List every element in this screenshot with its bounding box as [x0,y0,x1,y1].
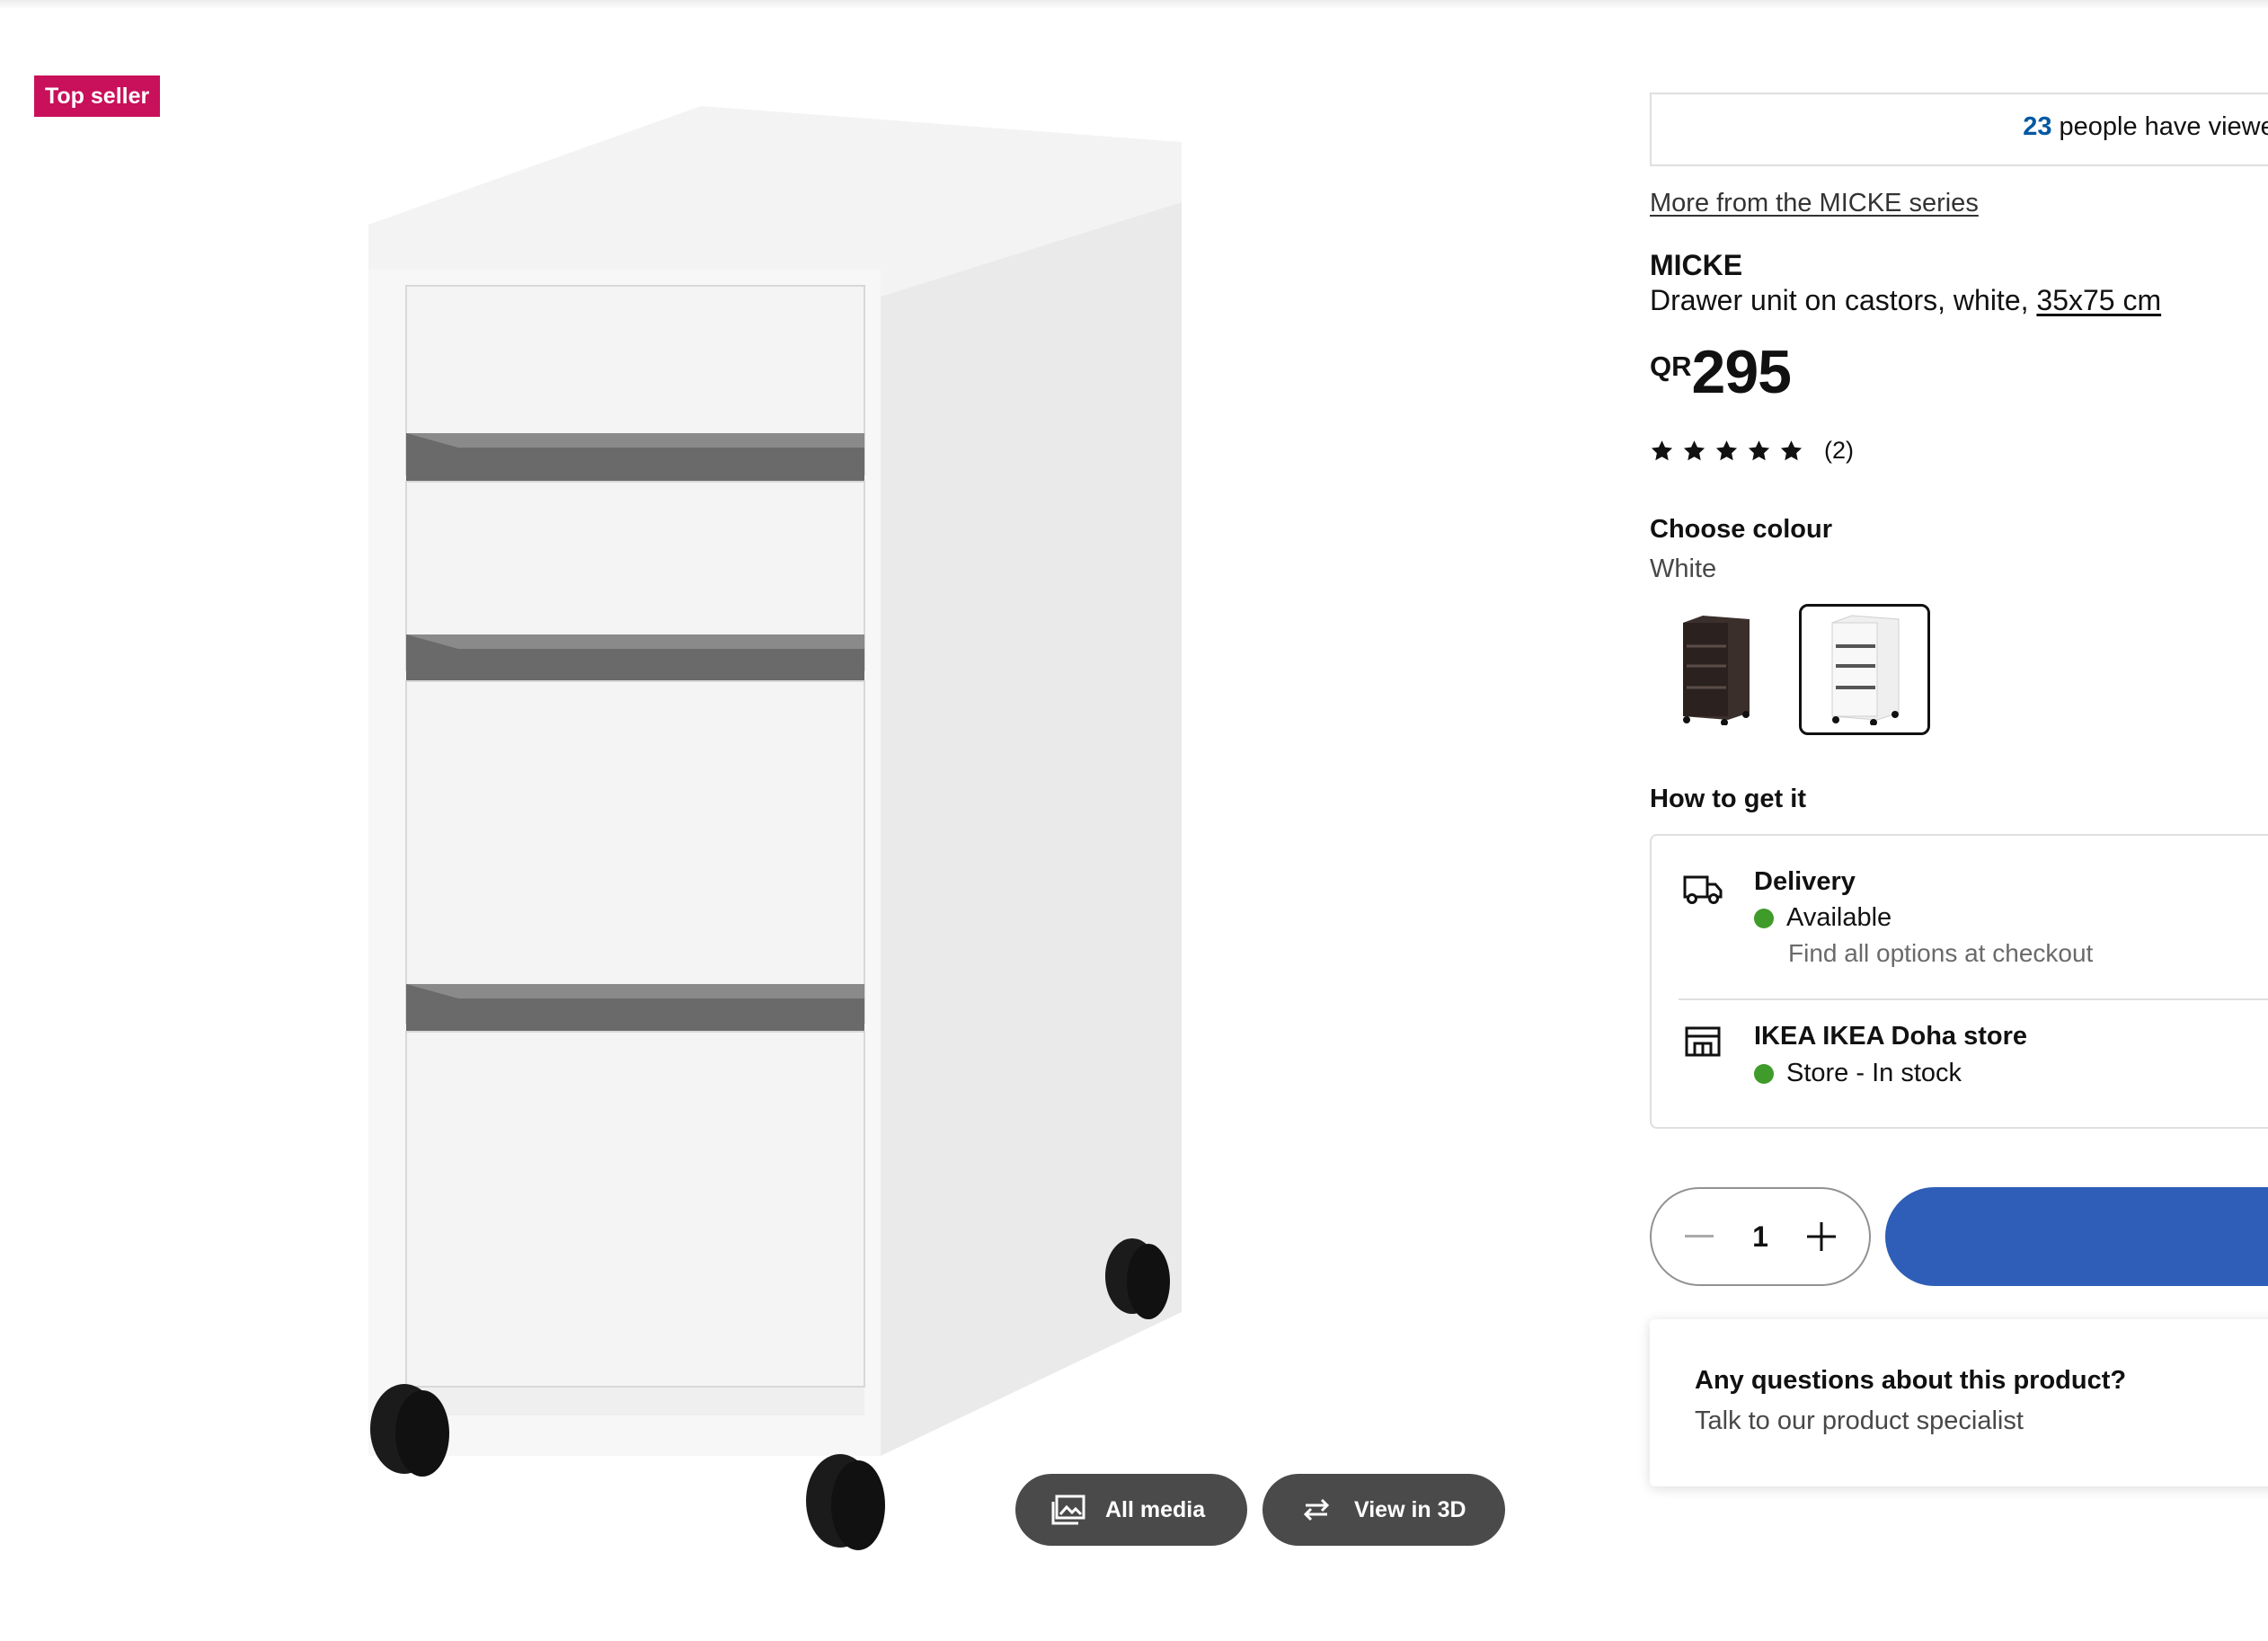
delivery-status: Available [1754,903,1891,933]
status-dot-icon [1754,1063,1774,1084]
colour-swatch-black-brown[interactable] [1650,604,1781,735]
product-price: QR 295 [1650,338,1792,406]
divider [1679,998,2268,1000]
choose-colour-title: Choose colour [1650,515,1833,544]
decrease-quantity-button[interactable] [1677,1214,1722,1259]
view-in-3d-button[interactable]: View in 3D [1262,1474,1505,1546]
product-name: MICKE [1650,249,1743,281]
star-icon [1748,439,1770,460]
faq-subtitle: Talk to our product specialist [1695,1406,2024,1435]
recently-viewed-banner: 23 people have viewed t [1650,93,2268,166]
price-amount: 295 [1691,338,1792,406]
store-title[interactable]: IKEA IKEA Doha store [1754,1022,2027,1051]
star-icon [1780,439,1803,460]
drawer-unit-thumbnail-dark [1683,616,1750,725]
gallery-icon [1051,1495,1085,1525]
all-media-label: All media [1105,1496,1206,1522]
viewed-count: 23 [2023,112,2052,141]
faq-title: Any questions about this product? [1695,1366,2127,1395]
status-dot-icon [1754,908,1774,928]
product-image[interactable] [341,99,1222,1573]
how-to-get-it-title: How to get it [1650,785,1806,813]
rating-count: (2) [1824,437,1854,464]
colour-swatch-white[interactable] [1799,604,1930,735]
rating[interactable]: (2) [1650,437,1854,465]
selected-colour: White [1650,554,1717,583]
quantity-value[interactable]: 1 [1752,1220,1768,1254]
delivery-title[interactable]: Delivery [1754,867,1856,897]
truck-icon [1683,875,1723,904]
fulfilment-options: Delivery Available Find all options at c… [1650,834,2268,1129]
dimensions-link[interactable]: 35x75 cm [2036,284,2161,316]
plus-icon [1806,1222,1836,1251]
store-status: Store - In stock [1754,1059,1962,1088]
viewed-text: people have viewed t [2059,112,2268,141]
delivery-note: Find all options at checkout [1788,939,2094,967]
increase-quantity-button[interactable] [1799,1214,1844,1259]
drawer-unit-thumbnail-white [1831,615,1900,725]
star-icon [1683,439,1705,460]
product-questions-card[interactable]: Any questions about this product? Talk t… [1650,1319,2268,1486]
top-seller-badge: Top seller [34,75,161,117]
rotate-3d-icon [1303,1498,1330,1521]
all-media-button[interactable]: All media [1015,1474,1247,1546]
store-icon [1685,1026,1721,1057]
description-text: Drawer unit on castors, white, [1650,284,2029,316]
minus-icon [1685,1235,1714,1237]
series-link[interactable]: More from the MICKE series [1650,189,1979,218]
product-description: Drawer unit on castors, white, 35x75 cm [1650,284,2161,317]
star-icon [1715,439,1738,460]
top-bar-shadow [0,0,2268,9]
star-icon [1651,439,1673,460]
view-in-3d-label: View in 3D [1354,1496,1466,1522]
quantity-stepper[interactable]: 1 [1650,1187,1871,1286]
add-to-bag-button[interactable] [1885,1187,2268,1286]
price-currency: QR [1650,350,1692,382]
